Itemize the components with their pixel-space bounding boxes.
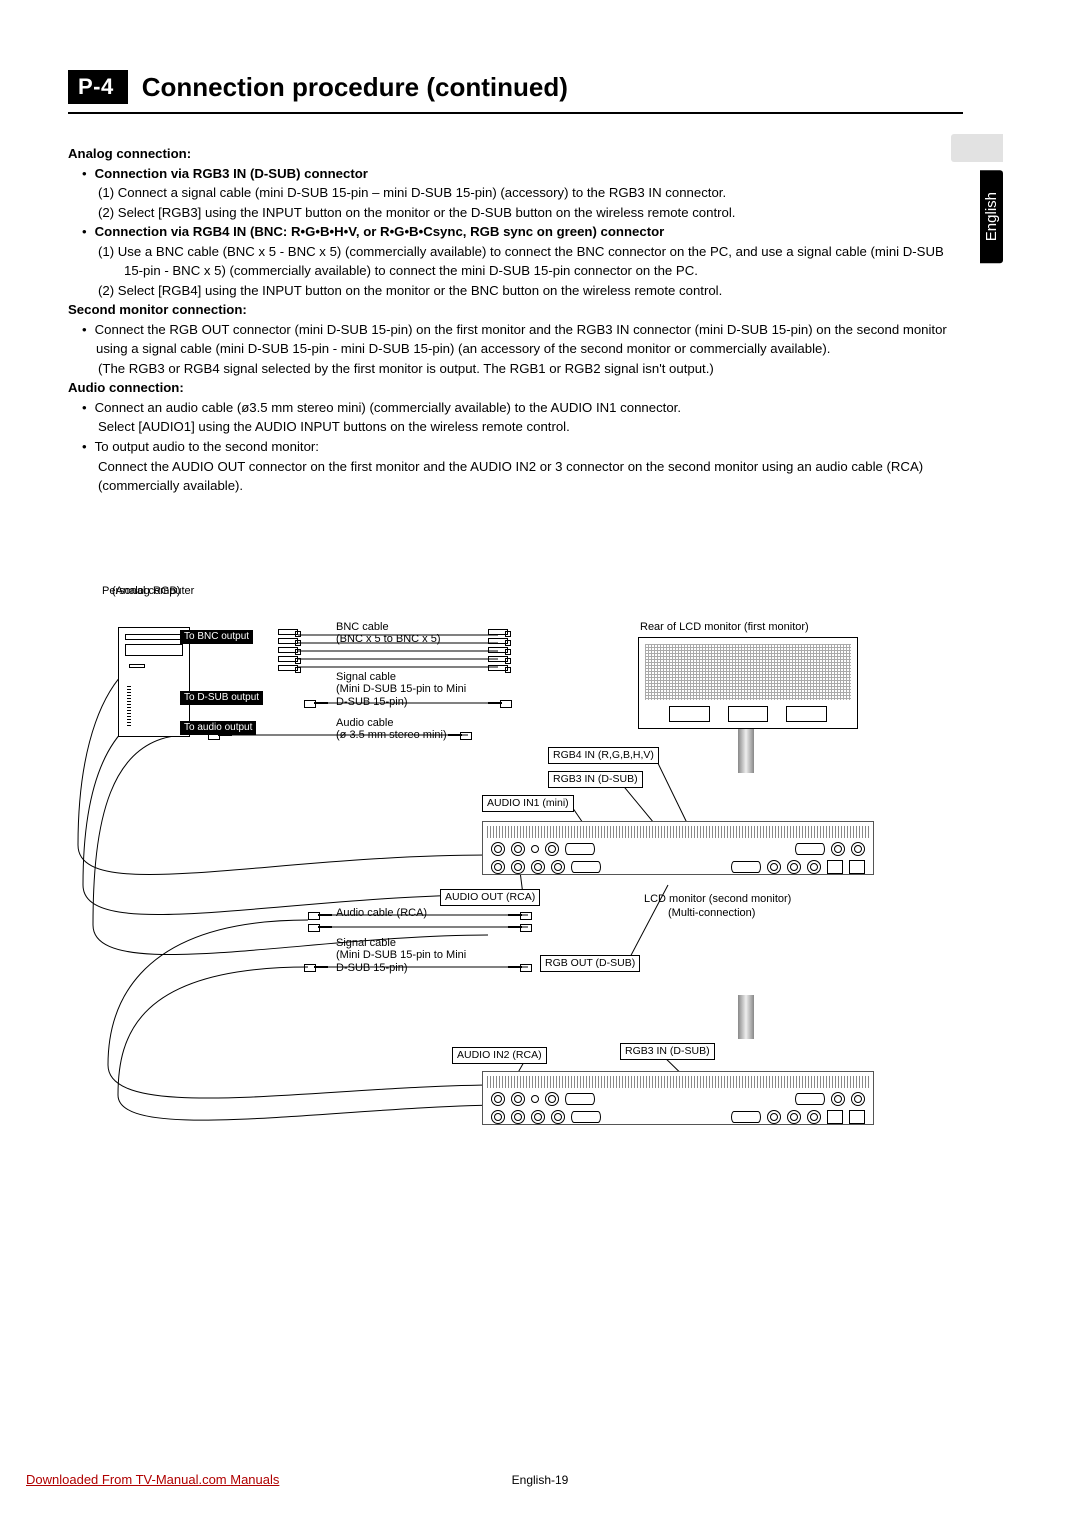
monitor-stand-icon [738, 995, 754, 1039]
label-bnc-cable-sub: (BNC x 5 to BNC x 5) [336, 633, 441, 646]
label-second-monitor: LCD monitor (second monitor) [644, 893, 791, 906]
rgb4-step-2: (2) Select [RGB4] using the INPUT button… [68, 281, 963, 301]
label-second-monitor-sub: (Multi-connection) [668, 907, 755, 920]
section-title: Connection procedure (continued) [142, 72, 568, 103]
dsub-plug-icon [304, 699, 328, 707]
heading-analog: Analog connection: [68, 146, 191, 161]
label-sig-cable-2-sub: (Mini D-SUB 15-pin to Mini D-SUB 15-pin) [336, 949, 476, 975]
label-rgb-out: RGB OUT (D-SUB) [540, 955, 640, 972]
label-audio-cable-sub: (ø 3.5 mm stereo mini) [336, 729, 447, 742]
label-rgb3-in: RGB3 IN (D-SUB) [548, 771, 643, 788]
bnc-plug-left-icon [278, 629, 298, 671]
rca-plug-icon [508, 911, 532, 919]
audio-bullet-1b: Select [AUDIO1] using the AUDIO INPUT bu… [68, 417, 963, 437]
bnc-plug-right-icon [488, 629, 508, 671]
heading-rgb3: Connection via RGB3 IN (D-SUB) connector [95, 166, 368, 181]
audio-bullet-1: Connect an audio cable (ø3.5 mm stereo m… [68, 398, 963, 418]
label-sig-cable-sub: (Mini D-SUB 15-pin to Mini D-SUB 15-pin) [336, 683, 476, 709]
rgb4-step-1: (1) Use a BNC cable (BNC x 5 - BNC x 5) … [68, 242, 963, 281]
label-rgb3-in-2: RGB3 IN (D-SUB) [620, 1043, 715, 1060]
section-badge: P-4 [68, 70, 128, 104]
audio-bullet-2b: Connect the AUDIO OUT connector on the f… [68, 457, 963, 496]
page-header: P-4 Connection procedure (continued) [68, 70, 963, 114]
label-to-dsub: To D-SUB output [180, 691, 263, 705]
dsub-plug-icon [488, 699, 512, 707]
label-audio-in2: AUDIO IN2 (RCA) [452, 1047, 547, 1064]
label-rear-first: Rear of LCD monitor (first monitor) [640, 621, 809, 634]
rca-plug-icon [508, 923, 532, 931]
footer-page-number: English-19 [0, 1473, 1080, 1487]
heading-audio: Audio connection: [68, 380, 184, 395]
language-tab: English [980, 170, 1003, 263]
dsub-plug-icon [304, 963, 328, 971]
audio-plug-icon [208, 731, 232, 739]
thumb-tab-decor [951, 134, 1003, 162]
label-audio-out: AUDIO OUT (RCA) [440, 889, 540, 906]
second-monitor-note: (The RGB3 or RGB4 signal selected by the… [68, 359, 963, 379]
label-rgb4-in: RGB4 IN (R,G,B,H,V) [548, 747, 659, 764]
label-audio-in1: AUDIO IN1 (mini) [482, 795, 574, 812]
rgb3-step-2: (2) Select [RGB3] using the INPUT button… [68, 203, 963, 223]
monitor-rear-icon [638, 637, 858, 729]
connector-panel-second [482, 1071, 874, 1125]
body-text: Analog connection: Connection via RGB3 I… [68, 144, 963, 496]
rca-plug-icon [308, 911, 332, 919]
rgb3-step-1: (1) Connect a signal cable (mini D-SUB 1… [68, 183, 963, 203]
heading-rgb4: Connection via RGB4 IN (BNC: R•G•B•H•V, … [95, 224, 665, 239]
label-pc-sub: (Analog RGB) [112, 585, 180, 598]
monitor-stand-icon [738, 729, 754, 773]
dsub-plug-icon [508, 963, 532, 971]
connector-panel-first [482, 821, 874, 875]
audio-plug-icon [448, 731, 472, 739]
rca-plug-icon [308, 923, 332, 931]
label-audio-cable-rca: Audio cable (RCA) [336, 907, 427, 920]
heading-second-monitor: Second monitor connection: [68, 302, 247, 317]
second-monitor-text: Connect the RGB OUT connector (mini D-SU… [68, 320, 963, 359]
audio-bullet-2: To output audio to the second monitor: [68, 437, 963, 457]
label-to-bnc: To BNC output [180, 630, 253, 644]
